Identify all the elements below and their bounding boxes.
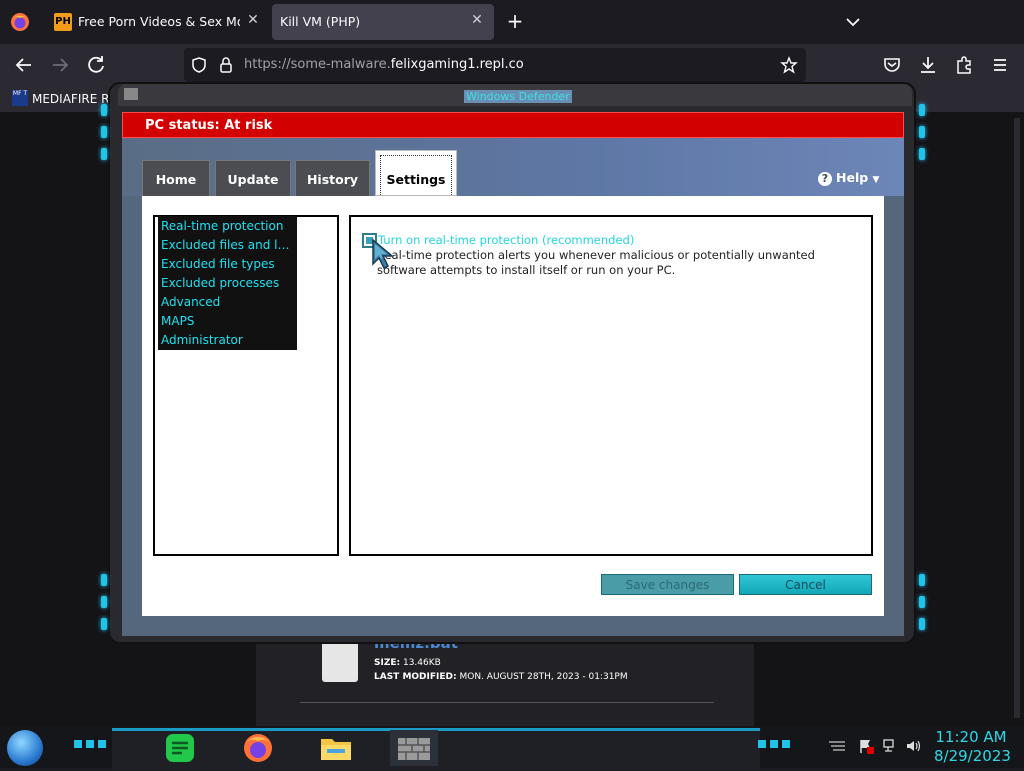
bookmark-mediafire[interactable]: MEDIAFIRE R (32, 92, 109, 106)
tab-title: Free Porn Videos & Sex Movies (78, 14, 240, 29)
shield-icon[interactable] (190, 56, 208, 74)
file-size: SIZE: 13.46KB (374, 658, 441, 668)
frame-glow-accent (919, 618, 925, 630)
file-explorer-icon[interactable] (316, 730, 356, 766)
settings-item-real-time-protection[interactable]: Real-time protection (161, 217, 295, 236)
firefox-menu-icon[interactable] (10, 12, 30, 32)
chevron-down-icon[interactable] (842, 12, 864, 32)
file-modified: LAST MODIFIED: MON. AUGUST 28TH, 2023 - … (374, 672, 628, 682)
focus-outline (380, 155, 452, 195)
pocket-icon[interactable] (880, 53, 904, 77)
frame-glow-accent (919, 148, 925, 160)
volume-icon[interactable] (905, 738, 921, 754)
settings-item-excluded-file-types[interactable]: Excluded file types (161, 255, 295, 274)
close-icon[interactable]: ✕ (244, 12, 262, 28)
lock-icon[interactable] (218, 56, 234, 74)
frame-glow-accent (919, 596, 925, 608)
clock-time: 11:20 AM (935, 728, 1007, 746)
hamburger-menu-icon[interactable] (988, 53, 1012, 77)
help-menu[interactable]: ? Help ▼ (818, 170, 879, 186)
star-bookmark-icon[interactable] (780, 56, 798, 74)
start-orb-icon[interactable] (7, 730, 43, 766)
frame-glow-accent (919, 104, 925, 116)
close-icon[interactable]: ✕ (468, 12, 486, 28)
show-desktop-icon[interactable] (828, 740, 846, 754)
url-prefix: https://some-malware. (244, 57, 391, 72)
url-domain: felixgaming1.repl.co (390, 57, 524, 72)
settings-item-excluded-processes[interactable]: Excluded processes (161, 274, 295, 293)
tab-title: Kill VM (PHP) (280, 14, 361, 29)
network-icon[interactable] (882, 738, 898, 754)
help-question-icon: ? (818, 172, 832, 186)
new-tab-icon[interactable]: + (504, 10, 526, 32)
save-changes-label: Save changes (625, 578, 710, 592)
taskbar-clock[interactable]: 11:20 AM 8/29/2023 (934, 728, 1011, 766)
real-time-protection-description: Real-time protection alerts you whenever… (377, 248, 815, 277)
url-text[interactable]: https://some-malware.felixgaming1.repl.c… (244, 57, 524, 72)
file-size-label: SIZE: (374, 658, 401, 668)
clock-date: 8/29/2023 (934, 747, 1011, 765)
cancel-label: Cancel (785, 578, 826, 592)
chevron-down-icon: ▼ (872, 175, 880, 185)
taskbar-glow-accent (758, 740, 790, 748)
mediafire-icon[interactable]: MF T (12, 90, 28, 106)
frame-glow-accent (101, 618, 107, 630)
firefox-app-icon[interactable] (238, 730, 278, 766)
back-arrow-icon[interactable] (12, 53, 36, 77)
help-label: Help (836, 170, 869, 185)
forward-arrow-icon[interactable] (48, 53, 72, 77)
settings-item-maps[interactable]: MAPS (161, 312, 295, 331)
page-scrollbar[interactable] (1014, 118, 1020, 718)
frame-glow-accent (101, 148, 107, 160)
file-icon (322, 642, 358, 682)
cancel-button[interactable]: Cancel (739, 574, 872, 595)
save-changes-button[interactable]: Save changes (601, 574, 734, 595)
tab-settings[interactable]: Settings (375, 150, 457, 196)
window-app-icon (124, 88, 138, 100)
frame-glow-accent (101, 126, 107, 138)
url-bar[interactable]: https://some-malware.felixgaming1.repl.c… (184, 48, 806, 82)
download-icon[interactable] (916, 53, 940, 77)
mouse-cursor-icon (372, 238, 395, 270)
defender-window-title: Windows Defender (464, 90, 572, 103)
frame-glow-accent (101, 596, 107, 608)
real-time-protection-label[interactable]: Turn on real-time protection (recommende… (378, 233, 634, 247)
frame-glow-accent (919, 574, 925, 586)
frame-glow-accent (101, 104, 107, 116)
pc-status-bar: PC status: At risk (122, 112, 904, 138)
settings-nav-list: Real-time protection Excluded files and … (158, 216, 297, 350)
pc-status-text: PC status: At risk (145, 118, 273, 133)
settings-item-advanced[interactable]: Advanced (161, 293, 295, 312)
tab-home[interactable]: Home (142, 160, 210, 196)
frame-glow-accent (919, 126, 925, 138)
file-modified-value: MON. AUGUST 28TH, 2023 - 01:31PM (459, 672, 628, 682)
frame-glow-accent (101, 574, 107, 586)
settings-item-excluded-files[interactable]: Excluded files and locat... (161, 236, 295, 255)
action-center-flag-icon[interactable] (858, 738, 874, 754)
tab-kill-vm[interactable]: Kill VM (PHP) ✕ (272, 4, 494, 40)
file-size-value: 13.46KB (402, 658, 441, 668)
firewall-icon (398, 738, 430, 760)
divider (300, 702, 714, 703)
taskbar-glow-accent (74, 740, 106, 748)
extensions-icon[interactable] (952, 53, 976, 77)
reload-icon[interactable] (84, 53, 108, 77)
tab-update[interactable]: Update (215, 160, 291, 196)
defender-taskbar-app[interactable] (390, 730, 438, 766)
notepad-app-icon[interactable] (160, 730, 200, 766)
file-modified-label: LAST MODIFIED: (374, 672, 457, 682)
settings-item-administrator[interactable]: Administrator (161, 331, 295, 350)
tab-history[interactable]: History (295, 160, 370, 196)
site-favicon-icon: PH (54, 13, 72, 31)
tab-free-porn-videos[interactable]: PH Free Porn Videos & Sex Movies ✕ (44, 4, 270, 40)
